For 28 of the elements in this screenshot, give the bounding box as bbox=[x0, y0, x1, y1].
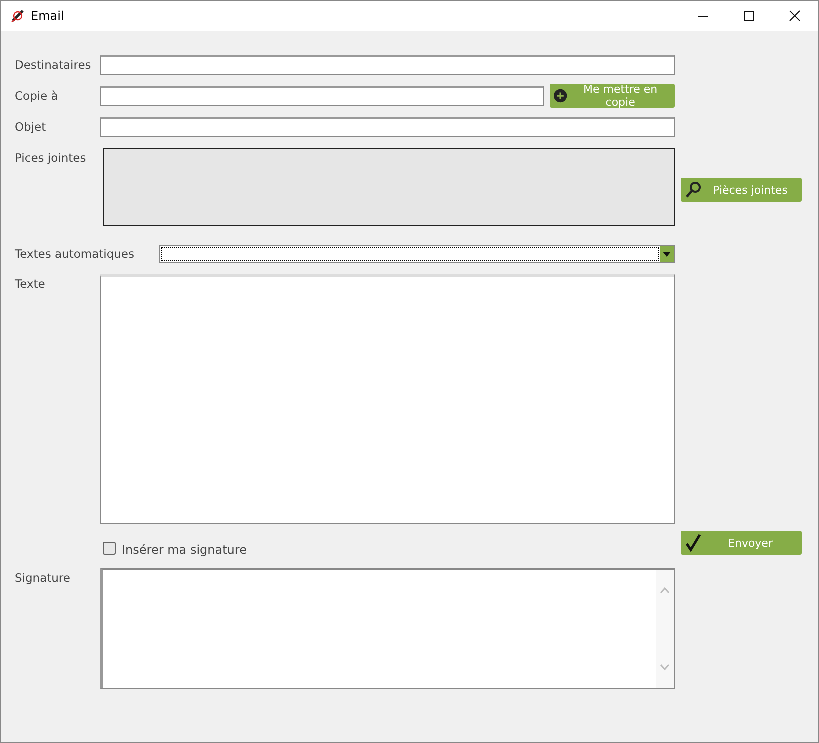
field-label: Signature bbox=[15, 570, 72, 585]
app-icon bbox=[11, 9, 25, 23]
field-label: Pices jointes bbox=[15, 150, 88, 165]
scrollbar[interactable] bbox=[656, 570, 674, 688]
dropdown-arrow-icon bbox=[663, 252, 671, 256]
input-field[interactable] bbox=[100, 117, 675, 137]
input-field[interactable] bbox=[100, 86, 544, 106]
attachments-list[interactable] bbox=[103, 148, 675, 226]
field-label: Copie à bbox=[15, 89, 60, 103]
scroll-down-icon[interactable] bbox=[660, 664, 670, 671]
signature-area[interactable] bbox=[100, 568, 675, 689]
field-label: Textes automatiques bbox=[15, 247, 136, 261]
scroll-up-icon[interactable] bbox=[660, 587, 670, 594]
dropdown-field[interactable] bbox=[159, 245, 675, 263]
field-label: Texte bbox=[15, 276, 46, 291]
window-title: Email bbox=[31, 9, 64, 23]
checkmark-icon bbox=[685, 534, 703, 552]
field-label: Destinataires bbox=[15, 58, 92, 72]
search-icon bbox=[685, 181, 703, 199]
maximize-icon[interactable] bbox=[743, 10, 755, 22]
input-field[interactable] bbox=[100, 55, 675, 75]
close-icon[interactable] bbox=[789, 10, 801, 22]
cc-me-button[interactable]: Me mettre en copie bbox=[550, 84, 675, 108]
signature-checkbox[interactable]: Insérer ma signature bbox=[100, 528, 675, 558]
send-button[interactable]: Envoyer bbox=[681, 531, 802, 555]
plus-icon bbox=[554, 89, 568, 103]
attachments-button[interactable]: Pièces jointes bbox=[681, 178, 802, 202]
field-label: Objet bbox=[15, 120, 48, 134]
